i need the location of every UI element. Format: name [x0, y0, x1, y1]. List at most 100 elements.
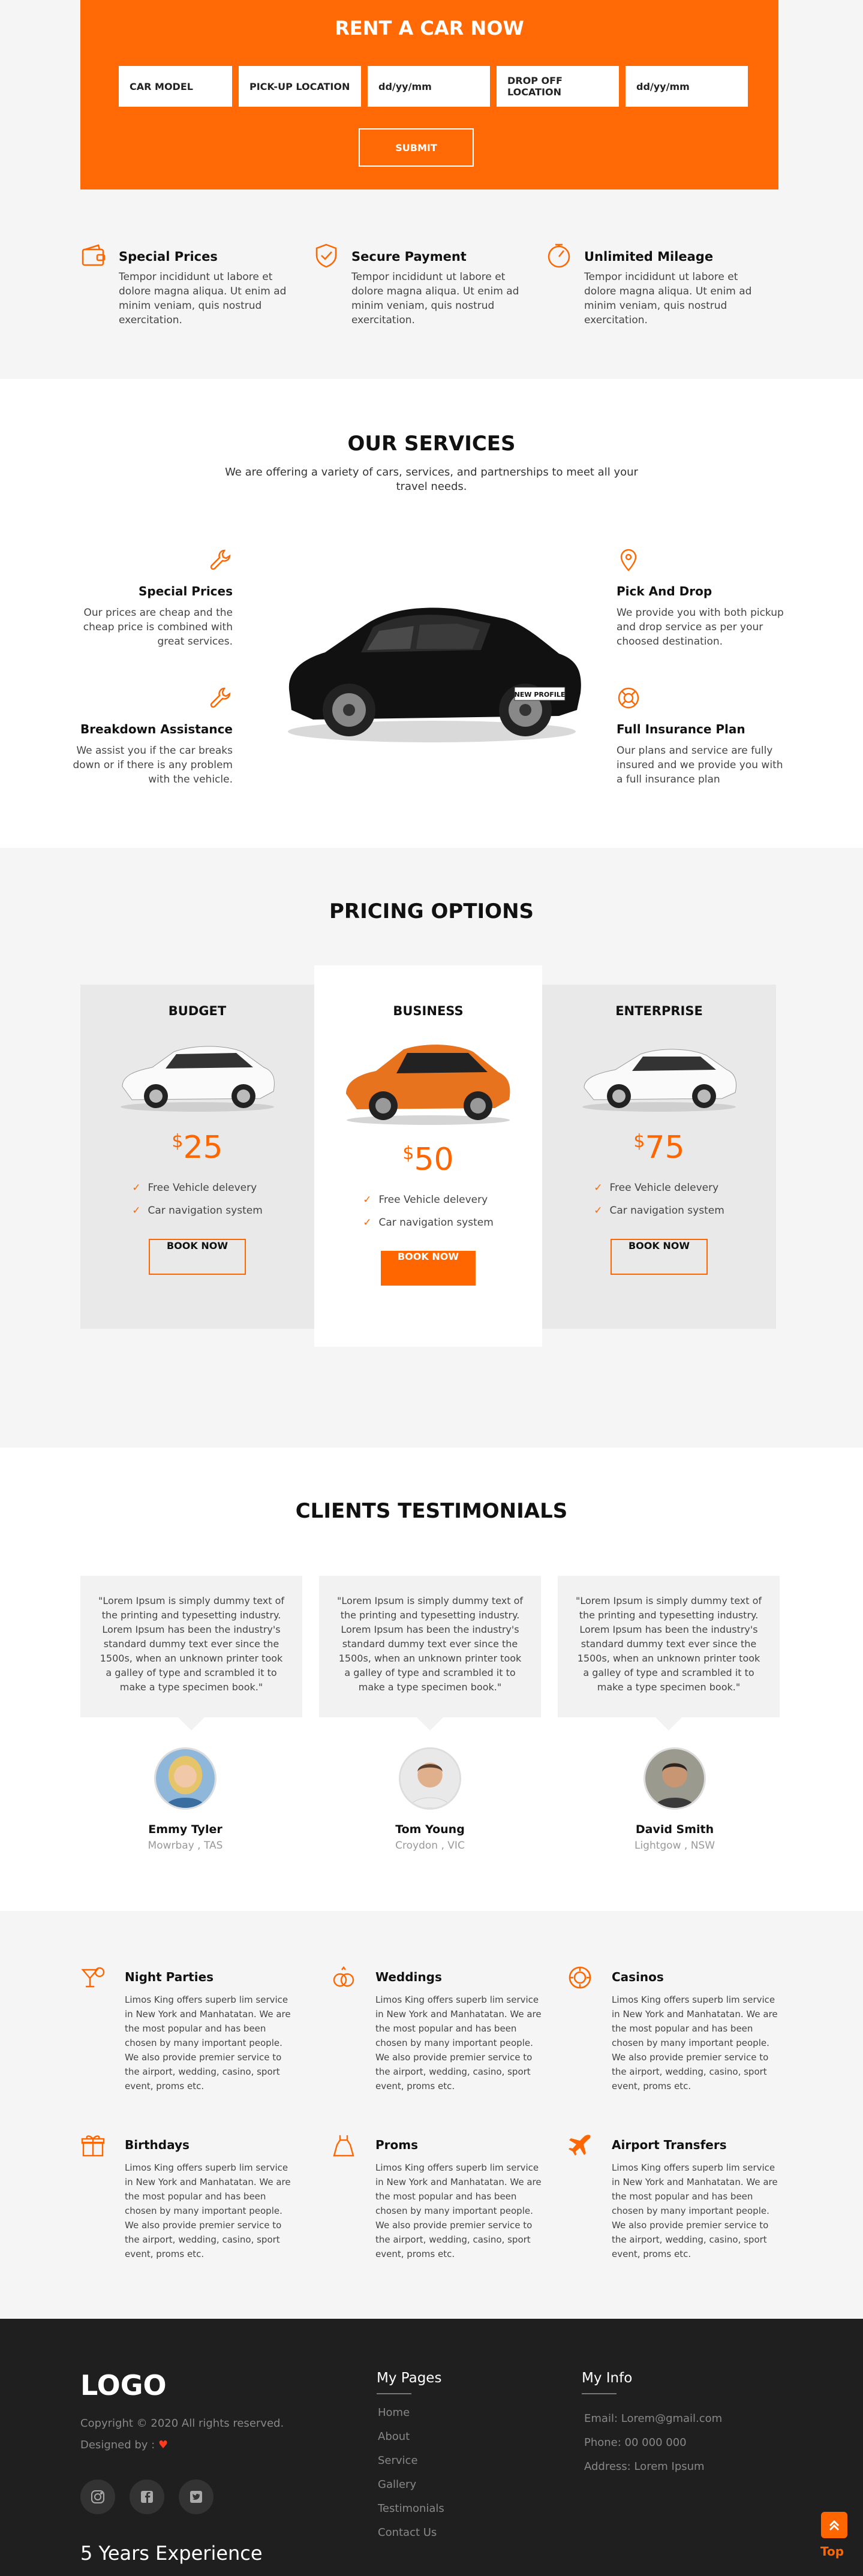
pricing-card-enterprise: ENTERPRISE $75 ✓ Free Vehicle delevery ✓ C… [542, 985, 776, 1329]
shield-check-icon [315, 243, 337, 268]
booking-fields: CAR MODEL PICK-UP LOCATION dd/yy/mm DROP… [119, 66, 748, 107]
testimonials-section: CLIENTS TESTIMONIALS "Lorem Ipsum is sim… [0, 1448, 863, 1911]
event-title: Proms [375, 2138, 419, 2152]
plan-name: BUDGET [168, 1004, 227, 1018]
plan-feature: ✓ Car navigation system [594, 1199, 724, 1222]
check-icon: ✓ [594, 1182, 603, 1194]
social-links [80, 2479, 214, 2514]
person-location: Croydon , VIC [395, 1840, 465, 1852]
pickup-location-field[interactable]: PICK-UP LOCATION [239, 66, 361, 107]
footer-logo[interactable]: LOGO [80, 2369, 167, 2402]
car-model-field[interactable]: CAR MODEL [119, 66, 232, 107]
currency-symbol: $ [633, 1131, 645, 1152]
testimonial-quote: "Lorem Ipsum is simply dummy text of the… [558, 1576, 780, 1731]
submit-button[interactable]: SUBMIT [359, 128, 474, 167]
service-item: Pick And Drop We provide you with both p… [617, 548, 784, 649]
plan-feature-text: Free Vehicle delevery [378, 1194, 488, 1206]
plan-price: $25 [80, 1130, 314, 1166]
service-item: Breakdown Assistance We assist you if th… [65, 686, 233, 787]
dress-icon [333, 2135, 354, 2157]
testimonials-title: CLIENTS TESTIMONIALS [295, 1499, 568, 1523]
feature-item: Secure Payment Tempor incididunt ut labor… [313, 242, 546, 327]
designed-by: Designed by : ♥ [80, 2439, 168, 2451]
plan-features: ✓ Free Vehicle delevery ✓ Car navigation s… [132, 1176, 263, 1222]
check-icon: ✓ [594, 1205, 603, 1217]
feature-title: Unlimited Mileage [584, 249, 714, 264]
orange-car-image [346, 1045, 510, 1125]
footer-link-service[interactable]: Service [378, 2454, 418, 2467]
avatar [399, 1747, 461, 1810]
heart-icon: ♥ [158, 2439, 169, 2451]
services-title: OUR SERVICES [347, 432, 516, 456]
twitter-icon[interactable] [179, 2479, 214, 2514]
chevron-up-icon [829, 2520, 840, 2531]
instagram-icon[interactable] [80, 2479, 115, 2514]
years-experience: 5 Years Experience [80, 2542, 263, 2565]
pricing-card-business: BUSINESS $50 ✓ Free Vehicle delevery ✓ Car… [314, 965, 542, 1347]
book-now-button[interactable]: BOOK NOW [148, 1239, 246, 1275]
event-text: Limos King offers superb lim service in … [125, 1994, 291, 2092]
scroll-top-button[interactable] [821, 2512, 847, 2538]
dropoff-date-field[interactable]: dd/yy/mm [626, 66, 748, 107]
speedometer-icon [548, 243, 570, 268]
footer-link-testimonials[interactable]: Testimonials [378, 2502, 444, 2515]
event-text: Limos King offers superb lim service in … [612, 2162, 778, 2259]
currency-symbol: $ [172, 1131, 184, 1152]
plan-feature-text: Car navigation system [148, 1205, 263, 1217]
rings-icon [333, 1966, 354, 1987]
testimonial-person: David Smith Lightgow , NSW [564, 1747, 786, 1852]
pricing-section: PRICING OPTIONS BUDGET $25 ✓ Free Vehicle… [0, 848, 863, 1448]
price-value: 25 [183, 1130, 223, 1166]
testimonial-quote: "Lorem Ipsum is simply dummy text of the… [319, 1576, 541, 1731]
casino-chip-icon [569, 1966, 591, 1989]
service-item: Special Prices Our prices are cheap and … [65, 548, 233, 649]
person-name: Emmy Tyler [148, 1823, 222, 1836]
person-location: Mowrbay , TAS [148, 1840, 223, 1852]
copyright-text: Copyright © 2020 All rights reserved. [80, 2417, 284, 2430]
booking-form: RENT A CAR NOW CAR MODEL PICK-UP LOCATIO… [80, 0, 778, 189]
service-text: We assist you if the car breaks down or … [73, 745, 233, 786]
event-title: Airport Transfers [612, 2138, 727, 2152]
gift-icon [81, 2135, 105, 2157]
book-now-button[interactable]: BOOK NOW [380, 1251, 476, 1286]
price-value: 75 [645, 1130, 685, 1166]
booking-title: RENT A CAR NOW [335, 17, 524, 40]
service-text: Our prices are cheap and the cheap price… [83, 607, 233, 648]
cocktail-icon [81, 1967, 105, 1988]
event-text: Limos King offers superb lim service in … [375, 1994, 542, 2092]
person-name: David Smith [635, 1823, 714, 1836]
feature-text: Tempor incididunt ut labore et dolore ma… [351, 271, 519, 326]
facebook-icon[interactable] [130, 2479, 164, 2514]
currency-symbol: $ [402, 1143, 414, 1164]
footer-link-contact[interactable]: Contact Us [378, 2526, 437, 2539]
plan-feature-text: Car navigation system [378, 1217, 494, 1229]
footer: LOGO Copyright © 2020 All rights reserve… [0, 2319, 863, 2576]
footer-link-home[interactable]: Home [378, 2406, 410, 2419]
pages-heading: My Pages [377, 2370, 441, 2394]
person-name: Tom Young [395, 1823, 465, 1836]
service-car-image: NEW PROFILE [288, 607, 581, 742]
dropoff-location-field[interactable]: DROP OFF LOCATION [497, 66, 619, 107]
plan-features: ✓ Free Vehicle delevery ✓ Car navigation s… [363, 1188, 494, 1234]
service-title: Pick And Drop [617, 584, 712, 598]
service-title: Special Prices [138, 584, 233, 598]
plan-feature-text: Free Vehicle delevery [609, 1182, 719, 1194]
footer-link-gallery[interactable]: Gallery [378, 2478, 416, 2491]
service-title: Breakdown Assistance [80, 722, 233, 736]
info-email: Email: Lorem@gmail.com [584, 2412, 723, 2425]
testimonial-person: Tom Young Croydon , VIC [319, 1747, 541, 1852]
plan-price: $50 [314, 1142, 542, 1178]
scroll-top-label[interactable]: Top [820, 2544, 844, 2559]
event-title: Casinos [612, 1970, 664, 1984]
info-address: Address: Lorem Ipsum [584, 2460, 705, 2473]
services-section: OUR SERVICES We are offering a variety o… [0, 379, 863, 848]
testimonial-person: Emmy Tyler Mowrbay , TAS [74, 1747, 296, 1852]
service-text: We provide you with both pickup and drop… [617, 607, 784, 648]
service-title: Full Insurance Plan [617, 722, 745, 736]
book-now-button[interactable]: BOOK NOW [610, 1239, 708, 1275]
footer-link-about[interactable]: About [378, 2430, 410, 2443]
license-plate-text: NEW PROFILE [515, 691, 566, 699]
plan-features: ✓ Free Vehicle delevery ✓ Car navigation s… [594, 1176, 724, 1222]
price-value: 50 [414, 1142, 454, 1178]
pickup-date-field[interactable]: dd/yy/mm [368, 66, 490, 107]
